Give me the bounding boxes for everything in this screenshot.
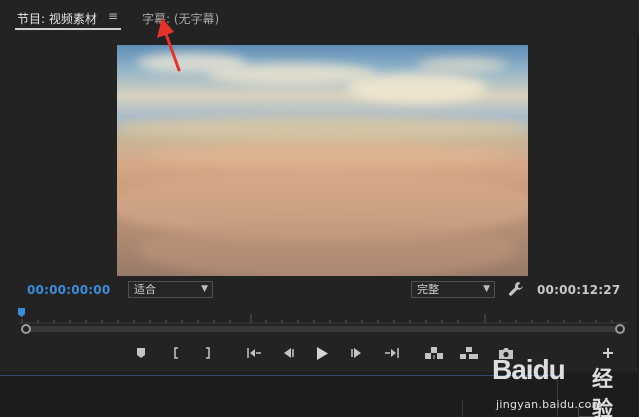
baidu-jingyan-watermark: Baidu 经验 jingyan.baidu.com [492,350,632,417]
playback-quality-value: 完整 [417,283,439,296]
program-monitor-panel: 节目: 视频素材 ≡ 字幕: (无字幕) 00:00:00:00 适合 ▼ 完整… [0,0,639,372]
watermark-url: jingyan.baidu.com [496,398,603,411]
panel-menu-icon[interactable]: ≡ [108,9,118,23]
mark-out-icon [206,347,210,359]
lift-button[interactable] [424,344,444,362]
go-to-out-button[interactable] [382,344,402,362]
mark-in-button[interactable] [166,344,186,362]
cloud-shape [147,143,507,167]
play-icon [317,346,328,360]
cloud-shape [417,57,507,73]
cloud-shape [137,220,517,276]
extract-button[interactable] [459,344,479,362]
zoom-level-select[interactable]: 适合 ▼ [128,281,213,298]
scrollbar-right-handle[interactable] [615,324,625,334]
panel-divider [462,400,463,417]
active-tab-indicator [15,28,121,30]
time-ruler[interactable] [18,309,628,324]
go-to-in-button[interactable] [244,344,264,362]
extract-icon [460,347,478,359]
zoom-level-value: 适合 [134,283,156,296]
add-marker-button[interactable] [131,344,151,362]
step-forward-button[interactable] [347,344,367,362]
step-back-button[interactable] [278,344,298,362]
play-button[interactable] [312,344,332,362]
lift-icon [425,347,443,359]
annotation-arrow-icon [157,18,181,72]
chevron-down-icon: ▼ [201,284,208,294]
playback-quality-select[interactable]: 完整 ▼ [411,281,495,298]
marker-icon [137,348,145,358]
step-forward-icon [351,348,361,358]
cloud-shape [117,115,528,141]
current-timecode[interactable]: 00:00:00:00 [27,283,110,297]
scrollbar-left-handle[interactable] [21,324,31,334]
go-to-out-icon [385,348,399,358]
mark-in-icon [174,347,178,359]
scrollbar-track [27,326,619,332]
mark-out-button[interactable] [198,344,218,362]
tab-program[interactable]: 节目: 视频素材 [17,10,97,27]
zoom-scrollbar[interactable] [21,324,625,334]
cloud-shape [347,73,487,103]
duration-timecode: 00:00:12:27 [537,283,621,297]
chevron-down-icon: ▼ [483,284,490,294]
panel-tab-bar: 节目: 视频素材 ≡ 字幕: (无字幕) [0,0,639,36]
go-to-in-icon [247,348,261,358]
baidu-logo: Baidu [492,354,566,385]
video-preview[interactable] [117,45,528,276]
step-back-icon [284,348,294,358]
panel-focus-border [0,375,560,376]
wrench-icon[interactable] [508,281,524,297]
